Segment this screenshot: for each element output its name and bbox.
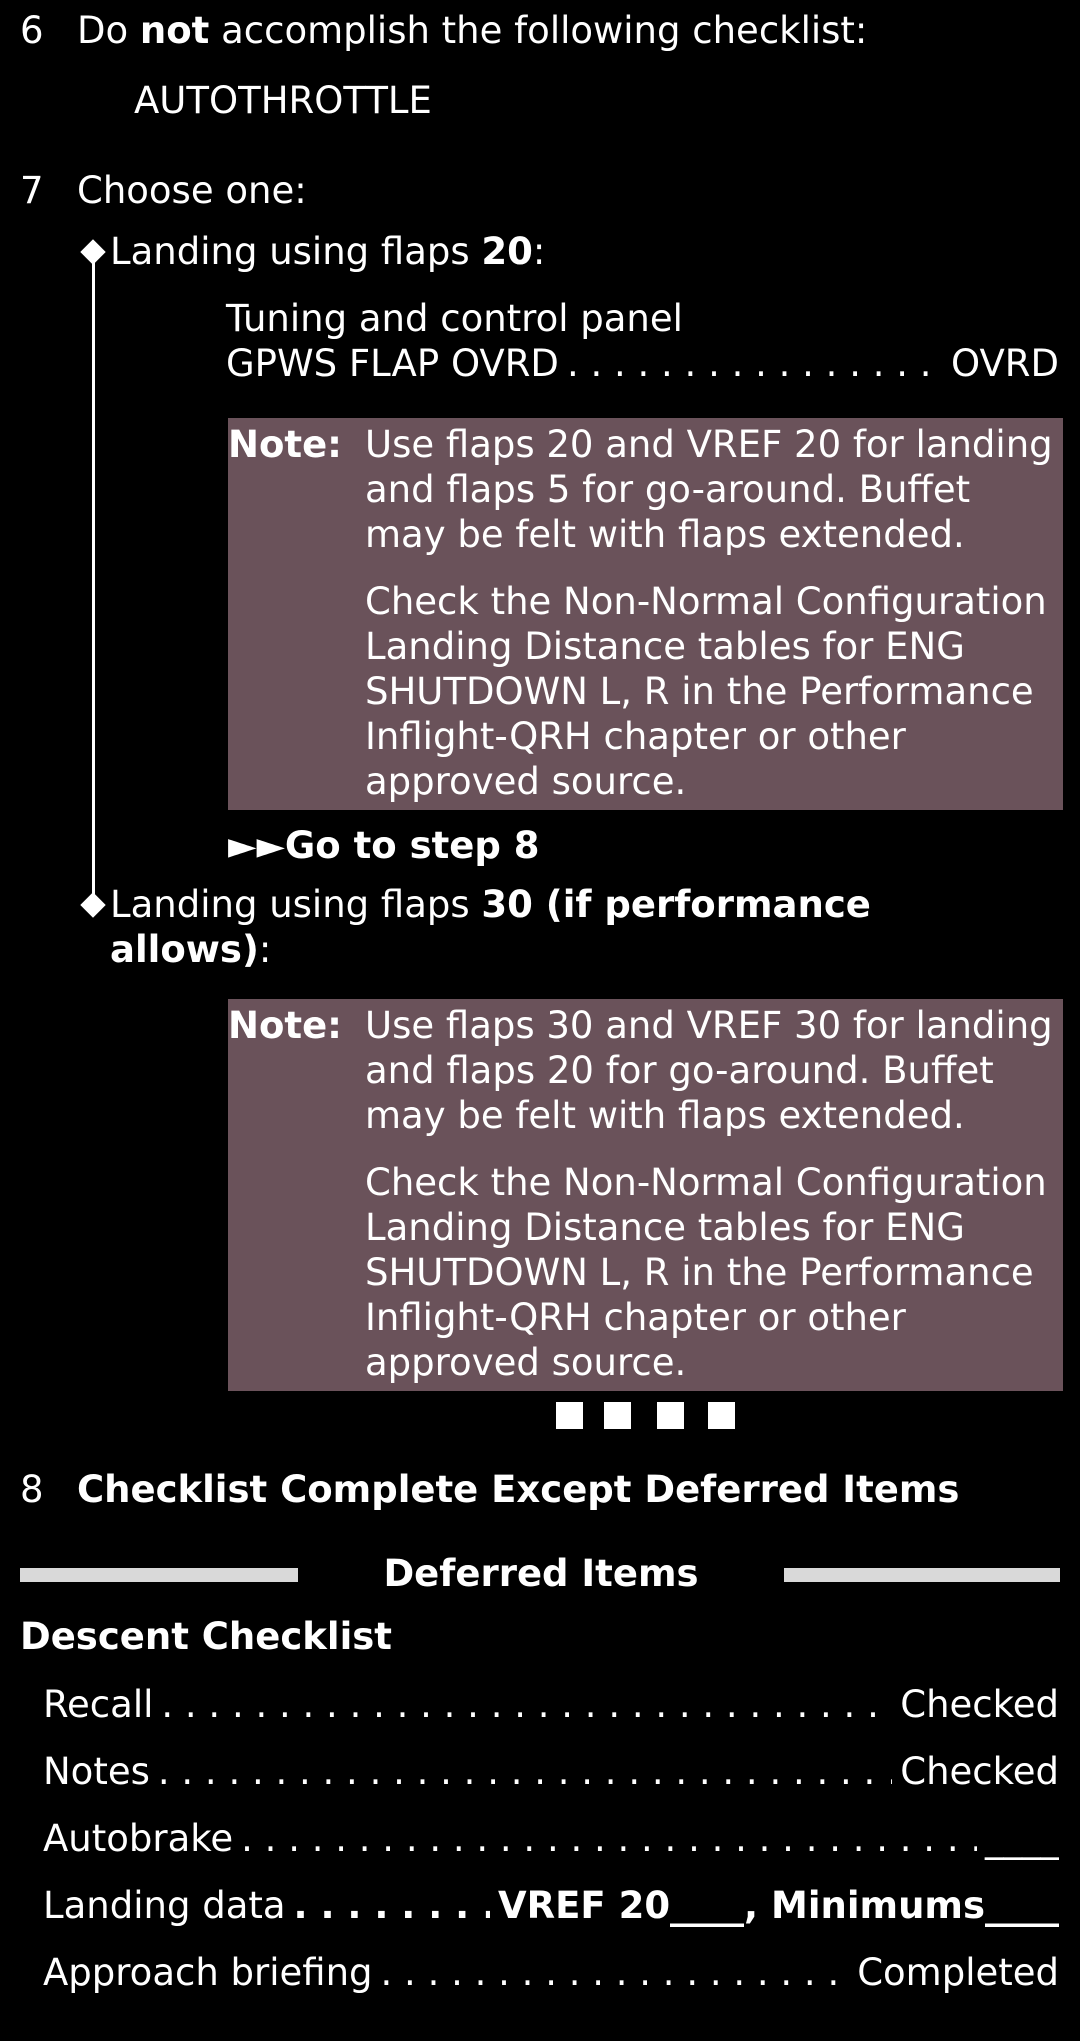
option-1-panel: Tuning and control panel <box>226 297 683 340</box>
checklist-row: Landing data VREF 20____, Minimums____ <box>43 1883 1059 1928</box>
option-1-action-row: GPWS FLAP OVRD OVRD <box>226 341 1059 386</box>
action-value: OVRD <box>951 342 1059 385</box>
option-bracket-line <box>92 258 95 904</box>
goto-text: Go to step 8 <box>284 824 540 867</box>
step-6-text: Do not accomplish the following checklis… <box>77 8 867 53</box>
step-7-text: Choose one: <box>77 169 307 212</box>
step-6-text-after: accomplish the following checklist: <box>209 9 868 52</box>
step-7-number: 7 <box>20 169 44 212</box>
note-paragraph-2: Check the Non-Normal Configuration Landi… <box>365 580 1047 803</box>
note-paragraph-2: Check the Non-Normal Configuration Landi… <box>365 1161 1047 1384</box>
descent-checklist-title: Descent Checklist <box>20 1615 392 1658</box>
option-2-label-prefix: Landing using flaps <box>110 883 482 926</box>
step-6-text-before: Do <box>77 9 140 52</box>
note-label: Note: <box>228 423 342 466</box>
action-label: GPWS FLAP OVRD <box>226 342 559 385</box>
checklist-item-value: VREF 20____, Minimums____ <box>498 1884 1059 1927</box>
option-2-diamond-icon <box>80 892 106 918</box>
checklist-row: Recall Checked <box>43 1682 1059 1727</box>
checklist-leader <box>153 1682 892 1727</box>
checklist-leader <box>150 1749 892 1794</box>
checklist-item-label: Landing data <box>43 1884 286 1927</box>
end-square-icon <box>657 1402 684 1429</box>
end-square-icon <box>604 1402 631 1429</box>
checklist-leader <box>233 1816 977 1861</box>
checklist-leader <box>286 1883 490 1928</box>
step-6-number: 6 <box>20 9 44 52</box>
checklist-item-value: ____ <box>985 1817 1059 1860</box>
option-2-note: Note: Use flaps 30 and VREF 30 for landi… <box>228 999 1063 1391</box>
checklist-row: Notes Checked <box>43 1749 1059 1794</box>
deferred-divider-left <box>20 1568 298 1582</box>
end-square-icon <box>556 1402 583 1429</box>
option-1-label-suffix: : <box>532 230 546 273</box>
step-8-number: 8 <box>20 1468 44 1511</box>
option-1-label-prefix: Landing using flaps <box>110 230 482 273</box>
checklist-item-value: Checked <box>900 1750 1059 1793</box>
option-2-label-bold-2: allows) <box>110 928 259 971</box>
checklist-item-value: Checked <box>900 1683 1059 1726</box>
step-6-checklist: AUTOTHROTTLE <box>134 79 432 122</box>
checklist-row: Autobrake ____ <box>43 1816 1059 1861</box>
note-paragraph-1: Use flaps 20 and VREF 20 for landing and… <box>365 423 1053 556</box>
deferred-divider-right <box>784 1568 1060 1582</box>
checklist-item-value: Completed <box>857 1951 1059 1994</box>
checklist-item-label: Approach briefing <box>43 1951 373 1994</box>
option-1-note: Note: Use flaps 20 and VREF 20 for landi… <box>228 418 1063 810</box>
option-1-diamond-icon <box>80 239 106 265</box>
checklist-item-label: Recall <box>43 1683 154 1726</box>
step-8-text: Checklist Complete Except Deferred Items <box>77 1468 960 1511</box>
checklist-item-label: Autobrake <box>43 1817 234 1860</box>
goto-step-8: ►►Go to step 8 <box>228 823 540 868</box>
end-square-icon <box>708 1402 735 1429</box>
note-label: Note: <box>228 1004 342 1047</box>
deferred-items-header: Deferred Items <box>383 1552 699 1595</box>
note-paragraph-1: Use flaps 30 and VREF 30 for landing and… <box>365 1004 1053 1137</box>
option-2-label-line-2: allows): <box>110 927 271 972</box>
goto-arrows-icon: ►► <box>228 824 285 867</box>
option-2-label-line-1: Landing using flaps 30 (if performance <box>110 882 871 927</box>
checklist-row: Approach briefing Completed <box>43 1950 1059 1995</box>
step-6-text-bold: not <box>139 9 210 52</box>
option-2-label-suffix: : <box>258 928 272 971</box>
checklist-item-label: Notes <box>43 1750 150 1793</box>
option-1-label-bold: 20 <box>481 230 533 273</box>
checklist-leader <box>373 1950 850 1995</box>
action-leader <box>559 341 943 386</box>
option-2-label-bold-1: 30 (if performance <box>481 883 871 926</box>
option-1-label: Landing using flaps 20: <box>110 229 545 274</box>
